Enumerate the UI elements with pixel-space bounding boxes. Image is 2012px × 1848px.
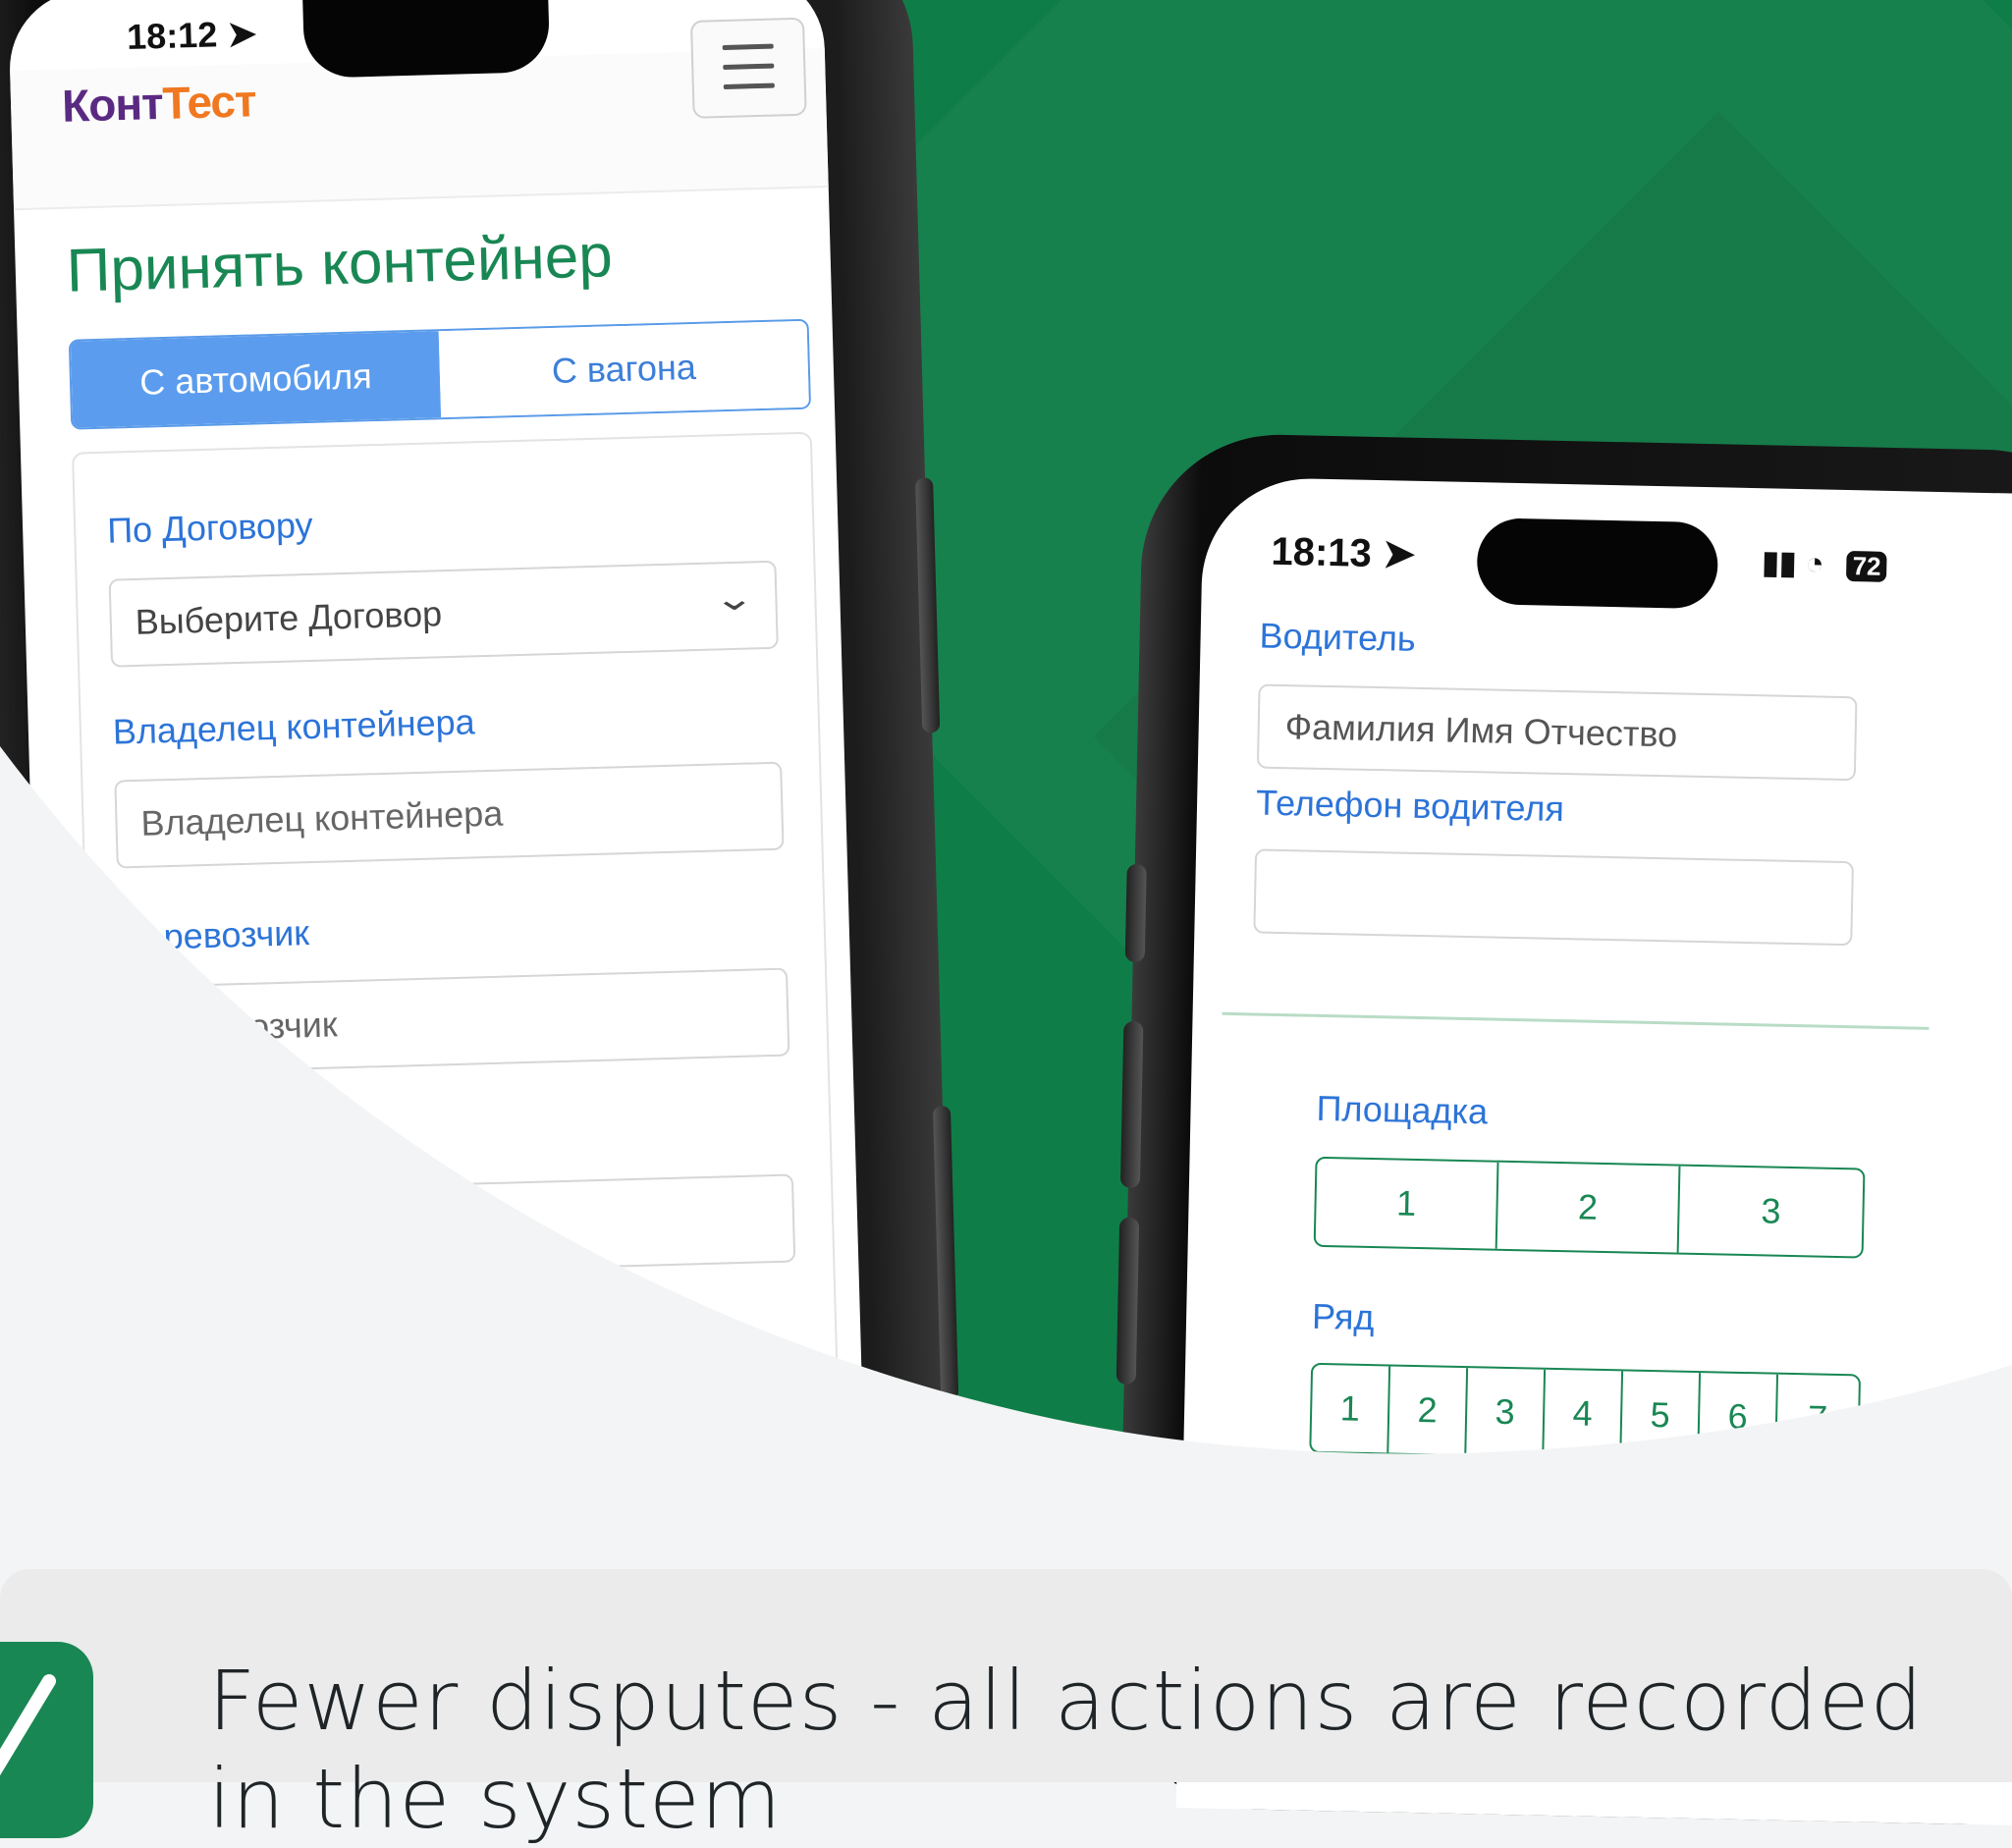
feature-caption: Fewer disputes - all actions are recorde… bbox=[208, 1653, 1924, 1847]
checkmark-icon bbox=[0, 1642, 93, 1838]
curved-overlay bbox=[0, 746, 2012, 1782]
